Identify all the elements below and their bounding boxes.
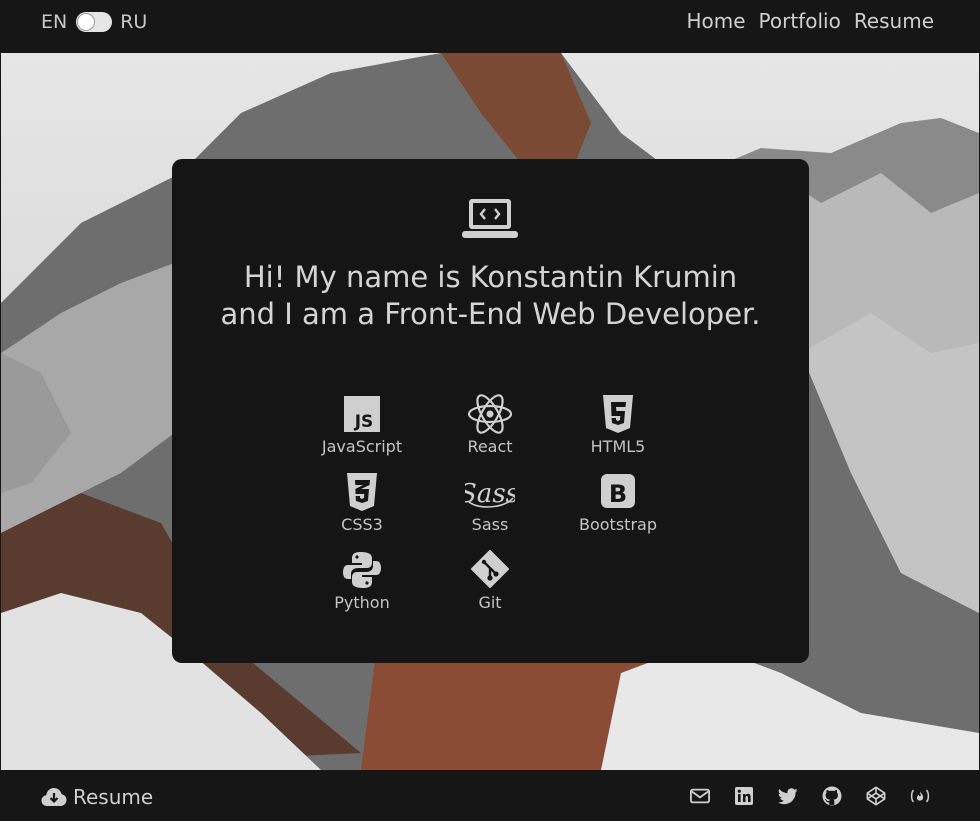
nav-portfolio[interactable]: Portfolio — [759, 9, 841, 33]
skill-label: Sass — [471, 515, 509, 534]
skill-bootstrap: B Bootstrap — [554, 472, 682, 537]
skill-javascript: JS JavaScript — [298, 394, 426, 459]
skill-label: Python — [334, 593, 390, 612]
skill-label: Bootstrap — [579, 515, 657, 534]
language-switch[interactable] — [76, 12, 113, 32]
css3-icon — [347, 473, 377, 511]
bootstrap-icon: B — [601, 474, 635, 508]
freecodecamp-icon[interactable] — [910, 786, 930, 806]
skills-grid: JS JavaScript React HTML5 CSS3 as Sass B… — [298, 394, 684, 615]
svg-text:JS: JS — [354, 412, 374, 432]
skill-react: React — [426, 394, 554, 459]
javascript-icon: JS — [344, 396, 380, 432]
top-navbar: EN RU Home Portfolio Resume — [0, 0, 980, 53]
skill-git: Git — [426, 550, 554, 615]
resume-label[interactable]: Resume — [73, 785, 153, 809]
social-links — [690, 786, 930, 806]
skill-label: JavaScript — [321, 437, 403, 456]
lang-en-label[interactable]: EN — [41, 11, 67, 33]
email-icon[interactable] — [690, 786, 710, 806]
switch-knob — [78, 14, 95, 30]
main-nav: Home Portfolio Resume — [686, 9, 934, 33]
html5-icon — [603, 395, 633, 433]
intro-headline: Hi! My name is Konstantin Krumin and I a… — [220, 260, 761, 331]
skill-css3: CSS3 — [298, 472, 426, 537]
nav-home[interactable]: Home — [686, 9, 745, 33]
footer-bar: Resume — [0, 770, 980, 821]
git-icon — [471, 550, 509, 588]
skill-python: Python — [298, 550, 426, 615]
twitter-icon[interactable] — [778, 786, 798, 806]
codepen-icon[interactable] — [866, 786, 886, 806]
github-icon[interactable] — [822, 786, 842, 806]
skill-label: React — [467, 437, 513, 456]
nav-resume[interactable]: Resume — [854, 9, 934, 33]
python-icon — [343, 552, 381, 588]
skill-label: HTML5 — [590, 437, 646, 456]
intro-card: Hi! My name is Konstantin Krumin and I a… — [172, 159, 809, 663]
skill-label: Git — [478, 593, 502, 612]
laptop-code-icon — [462, 199, 518, 238]
cloud-download-icon — [41, 788, 67, 806]
svg-text:B: B — [609, 480, 627, 508]
skill-label: CSS3 — [341, 515, 383, 534]
download-resume-link[interactable]: Resume — [41, 785, 153, 809]
language-toggle[interactable]: EN RU — [41, 10, 147, 34]
sass-icon: Sass — [465, 479, 515, 509]
linkedin-icon[interactable] — [734, 786, 754, 806]
skill-html5: HTML5 — [554, 394, 682, 459]
skill-sass: Sass Sass — [426, 472, 554, 537]
lang-ru-label[interactable]: RU — [120, 11, 147, 33]
react-icon — [467, 394, 513, 434]
